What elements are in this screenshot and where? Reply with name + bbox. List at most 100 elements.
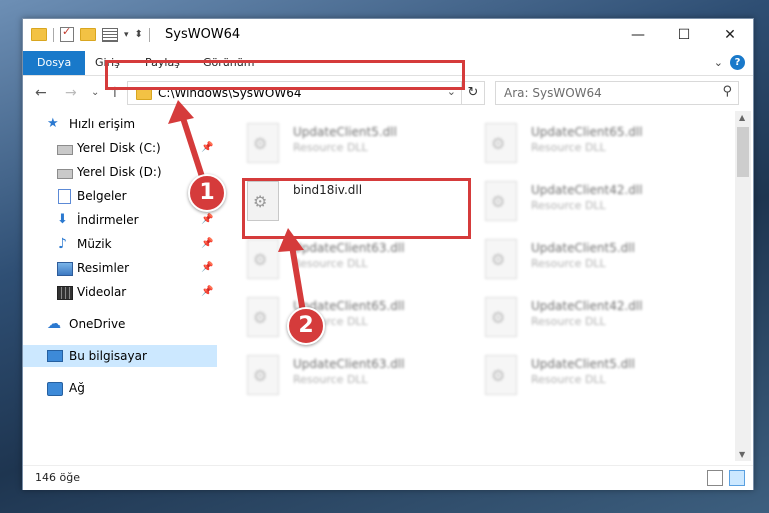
pin-icon: ⬍ — [134, 29, 143, 40]
video-icon — [57, 286, 73, 300]
search-box[interactable]: Ara: SysWOW64 ⚲ — [495, 81, 739, 105]
scroll-up-icon[interactable]: ▲ — [739, 113, 745, 122]
dll-file-icon — [485, 181, 517, 221]
file-item[interactable]: UpdateClient42.dll Resource DLL — [485, 179, 695, 223]
search-placeholder[interactable]: Ara: SysWOW64 — [504, 86, 602, 100]
help-icon[interactable]: ? — [730, 55, 745, 70]
file-type: Resource DLL — [293, 257, 368, 270]
sidebar-item-label: Videolar — [77, 285, 127, 299]
file-list: UpdateClient5.dll Resource DLL bind18iv.… — [219, 111, 733, 461]
document-icon — [58, 189, 71, 204]
file-item[interactable]: UpdateClient42.dll Resource DLL — [485, 295, 695, 339]
sidebar-item-this-pc[interactable]: Bu bilgisayar — [23, 345, 217, 367]
sidebar-item-label: Belgeler — [77, 189, 127, 203]
folder-icon — [31, 28, 47, 41]
navigation-pane: ★ Hızlı erişim Yerel Disk (C:) 📌 Yerel D… — [23, 111, 217, 461]
sidebar-item-downloads[interactable]: ⬇ İndirmeler 📌 — [23, 209, 217, 231]
step-2-badge: 2 — [287, 307, 325, 345]
file-name: UpdateClient5.dll — [531, 241, 635, 255]
disk-icon — [57, 169, 73, 179]
large-icons-view-icon[interactable] — [729, 470, 745, 486]
music-icon: ♪ — [58, 236, 67, 252]
sidebar-item-videos[interactable]: Videolar 📌 — [23, 281, 217, 303]
sidebar-item-onedrive[interactable]: ☁ OneDrive — [23, 313, 217, 335]
file-type: Resource DLL — [531, 199, 606, 212]
file-type: Resource DLL — [293, 141, 368, 154]
dll-file-icon — [247, 355, 279, 395]
properties-icon[interactable] — [60, 25, 74, 42]
forward-icon[interactable]: → — [65, 85, 77, 101]
file-name: UpdateClient5.dll — [293, 125, 397, 139]
back-icon[interactable]: ← — [35, 85, 47, 101]
sidebar-item-label: Yerel Disk (C:) — [77, 141, 161, 155]
file-item[interactable]: UpdateClient5.dll Resource DLL — [247, 121, 457, 165]
quick-access-toolbar: ▾ ⬍ — [31, 25, 150, 42]
file-type: Resource DLL — [531, 315, 606, 328]
sidebar-item-music[interactable]: ♪ Müzik 📌 — [23, 233, 217, 255]
file-item[interactable]: UpdateClient5.dll Resource DLL — [485, 353, 695, 397]
star-icon: ★ — [47, 116, 59, 131]
file-item[interactable]: UpdateClient63.dll Resource DLL — [247, 353, 457, 397]
sidebar-item-label: Yerel Disk (D:) — [77, 165, 162, 179]
scroll-down-icon[interactable]: ▼ — [739, 450, 745, 459]
dll-file-icon — [247, 239, 279, 279]
sidebar-item-pictures[interactable]: Resimler 📌 — [23, 257, 217, 279]
file-name: UpdateClient65.dll — [531, 125, 643, 139]
view-switcher — [707, 470, 745, 486]
sidebar-item-label: Ağ — [69, 381, 85, 395]
recent-locations-icon[interactable]: ⌄ — [91, 87, 99, 98]
maximize-button[interactable]: ☐ — [661, 19, 707, 51]
sidebar-item-label: Hızlı erişim — [69, 117, 136, 131]
caption-buttons: — ☐ ✕ — [615, 19, 753, 51]
sidebar-item-disk-c[interactable]: Yerel Disk (C:) 📌 — [23, 137, 217, 159]
pin-icon[interactable]: 📌 — [201, 209, 213, 231]
disk-icon — [57, 145, 73, 155]
file-name: UpdateClient42.dll — [531, 299, 643, 313]
vertical-scrollbar[interactable]: ▲ ▼ — [735, 111, 751, 461]
dll-file-icon — [485, 239, 517, 279]
sidebar-item-label: İndirmeler — [77, 213, 139, 227]
toolbar-separator — [53, 27, 54, 42]
minimize-button[interactable]: — — [615, 19, 661, 51]
new-folder-icon[interactable] — [80, 28, 96, 41]
sidebar-item-network[interactable]: Ağ — [23, 377, 217, 399]
dll-file-icon — [247, 123, 279, 163]
scroll-thumb[interactable] — [737, 127, 749, 177]
computer-icon — [47, 350, 63, 362]
file-name: UpdateClient42.dll — [531, 183, 643, 197]
sidebar-item-quick-access[interactable]: ★ Hızlı erişim — [23, 113, 217, 135]
step-1-badge: 1 — [188, 174, 226, 212]
details-view-icon[interactable] — [707, 470, 723, 486]
address-highlight-box — [105, 60, 465, 90]
dll-file-icon — [485, 355, 517, 395]
file-name: UpdateClient5.dll — [531, 357, 635, 371]
search-icon[interactable]: ⚲ — [722, 84, 732, 99]
toolbar-separator — [148, 27, 150, 42]
dll-file-icon — [247, 297, 279, 337]
pin-icon[interactable]: 📌 — [201, 137, 213, 159]
expand-ribbon-icon[interactable]: ⌄ — [714, 56, 723, 69]
view-icon[interactable] — [102, 27, 118, 42]
pin-icon[interactable]: 📌 — [201, 281, 213, 303]
file-item[interactable]: UpdateClient65.dll Resource DLL — [485, 121, 695, 165]
file-type: Resource DLL — [293, 373, 368, 386]
dll-file-icon — [485, 297, 517, 337]
file-item[interactable]: UpdateClient63.dll Resource DLL — [247, 237, 457, 281]
file-name: UpdateClient63.dll — [293, 357, 405, 371]
sidebar-item-label: Resimler — [77, 261, 130, 275]
tab-dosya[interactable]: Dosya — [23, 51, 86, 75]
file-highlight-box — [242, 178, 471, 239]
sidebar-item-disk-d[interactable]: Yerel Disk (D:) — [23, 161, 217, 183]
item-count: 146 öğe — [35, 471, 80, 484]
file-item[interactable]: UpdateClient5.dll Resource DLL — [485, 237, 695, 281]
customize-dropdown-icon[interactable]: ▾ — [124, 30, 129, 40]
pin-icon[interactable]: 📌 — [201, 257, 213, 279]
network-icon — [47, 382, 63, 396]
file-item[interactable]: UpdateClient65.dll Resource DLL — [247, 295, 457, 339]
file-type: Resource DLL — [531, 141, 606, 154]
pin-icon[interactable]: 📌 — [201, 233, 213, 255]
close-button[interactable]: ✕ — [707, 19, 753, 51]
cloud-icon: ☁ — [47, 316, 61, 332]
download-icon: ⬇ — [57, 212, 68, 227]
file-name: UpdateClient63.dll — [293, 241, 405, 255]
